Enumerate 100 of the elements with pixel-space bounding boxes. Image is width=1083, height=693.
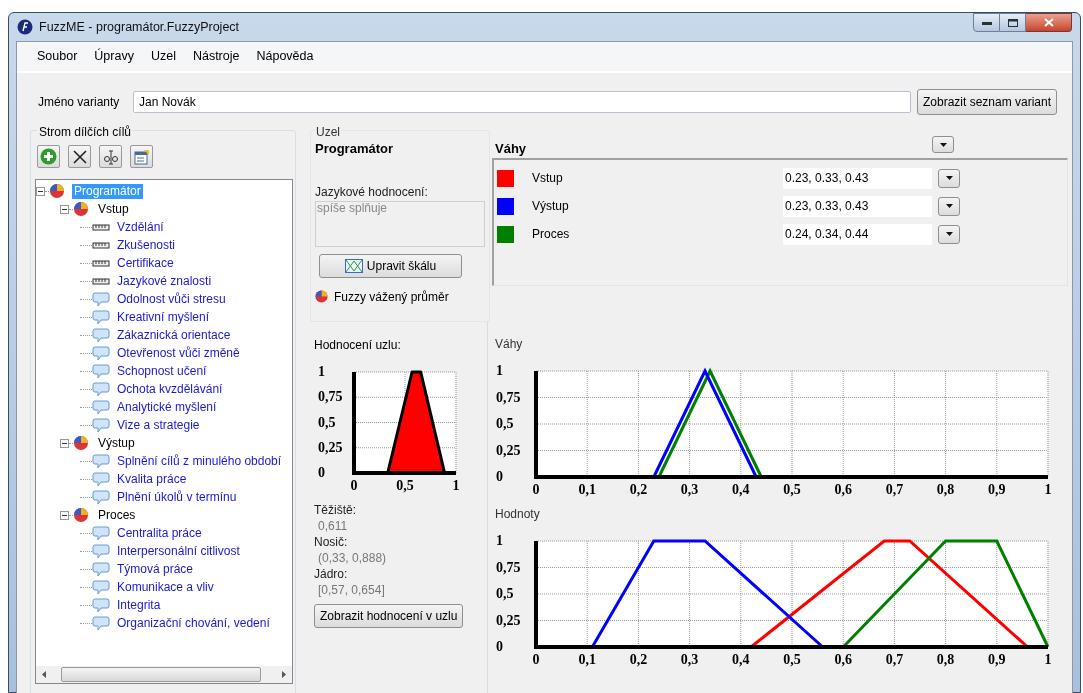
- speech-bubble-icon: [92, 561, 110, 577]
- tick-label: 0,1: [578, 482, 596, 497]
- speech-bubble-icon: [92, 363, 110, 379]
- collapse-icon[interactable]: [36, 186, 45, 196]
- tick-label: 0,25: [496, 612, 521, 628]
- close-icon: [1043, 18, 1054, 27]
- speech-bubble-icon: [92, 453, 110, 469]
- speech-bubble-icon: [92, 291, 110, 307]
- weight-field[interactable]: 0.23, 0.33, 0.43: [783, 195, 932, 217]
- window-title: FuzzME - programátor.FuzzyProject: [39, 18, 240, 36]
- speech-bubble-icon: [92, 399, 110, 415]
- menu-item[interactable]: Uzel: [144, 45, 182, 68]
- speech-bubble-icon: [92, 381, 110, 397]
- tick-label: 0: [496, 469, 503, 484]
- tick-label: 0,7: [885, 652, 904, 667]
- show-evaluation-button[interactable]: Zobrazit hodnocení v uzlu: [314, 604, 464, 628]
- tree-item[interactable]: Interpersonální citlivost: [115, 543, 242, 559]
- tree-item[interactable]: Proces: [96, 507, 138, 523]
- tick-label: 0: [532, 652, 540, 667]
- tree-item[interactable]: Kvalita práce: [115, 471, 189, 487]
- tick-label: 0,8: [936, 482, 955, 497]
- speech-bubble-icon: [92, 543, 110, 559]
- tree-item[interactable]: Vzdělání: [115, 219, 166, 235]
- tree-item[interactable]: Vize a strategie: [115, 417, 202, 433]
- tick-label: 0,2: [629, 482, 648, 497]
- add-button[interactable]: [37, 145, 60, 168]
- show-variants-button[interactable]: Zobrazit seznam variant: [917, 89, 1058, 115]
- tick-label: 0,9: [988, 482, 1006, 497]
- tree-item[interactable]: Výstup: [96, 435, 137, 451]
- tree-item[interactable]: Vstup: [96, 201, 131, 217]
- tree-item[interactable]: Schopnost učení: [115, 363, 209, 379]
- tick-label: 0,75: [496, 389, 521, 405]
- tick-label: 0: [496, 639, 503, 654]
- menu-item[interactable]: Nápověda: [250, 45, 320, 68]
- pie-chart-icon: [73, 507, 91, 523]
- tick-label: 0,5: [496, 416, 514, 431]
- menu-item[interactable]: Soubor: [31, 45, 84, 68]
- tree-item[interactable]: Týmová práce: [115, 561, 196, 577]
- tree-item[interactable]: Odolnost vůči stresu: [115, 291, 228, 307]
- delete-button[interactable]: [68, 145, 91, 168]
- tree-item[interactable]: Zákaznická orientace: [115, 327, 233, 343]
- menu-item[interactable]: Úpravy: [88, 45, 140, 68]
- caret-down-icon: [945, 204, 953, 208]
- scrollbar-thumb[interactable]: [61, 667, 261, 682]
- rename-button[interactable]: [99, 145, 122, 168]
- close-button[interactable]: [1026, 13, 1072, 32]
- edit-scale-button[interactable]: Upravit škálu: [319, 253, 462, 278]
- speech-bubble-icon: [92, 309, 110, 325]
- tick-label: 0,5: [496, 586, 514, 601]
- stat-label: Nosič:: [314, 534, 349, 550]
- app-logo-icon: [17, 19, 33, 35]
- caret-down-icon: [945, 232, 953, 236]
- tree-item[interactable]: Ochota kvzdělávání: [115, 381, 225, 397]
- collapse-icon[interactable]: [60, 510, 69, 520]
- menu-item[interactable]: Nástroje: [186, 45, 246, 68]
- tick-label: 0,5: [396, 478, 414, 493]
- weight-field[interactable]: 0.24, 0.34, 0.44: [783, 223, 932, 245]
- tree-item[interactable]: Centralita práce: [115, 525, 204, 541]
- tree-item[interactable]: Integrita: [115, 597, 163, 613]
- tree-item[interactable]: Plnění úkolů v termínu: [115, 489, 239, 505]
- tree-item[interactable]: Otevřenost vůči změně: [115, 345, 242, 361]
- tree-item[interactable]: Zkušenosti: [115, 237, 178, 253]
- tree-item[interactable]: Splnění cílů z minulého období: [115, 453, 284, 469]
- chart-title: Hodnoty: [495, 506, 541, 523]
- minimize-button[interactable]: [973, 13, 1000, 32]
- tick-label: 0,8: [936, 652, 955, 667]
- weight-field[interactable]: 0.23, 0.33, 0.43: [783, 167, 932, 189]
- stat-value: [0,57, 0,654]: [317, 582, 386, 598]
- collapse-icon[interactable]: [60, 204, 69, 214]
- collapse-icon[interactable]: [60, 438, 69, 448]
- tree-item[interactable]: Organizační chování, vedení: [115, 615, 272, 631]
- variant-name-field[interactable]: Jan Novák: [133, 91, 911, 113]
- tree-item[interactable]: Analytické myšlení: [115, 399, 219, 415]
- tree-item[interactable]: Certifikace: [115, 255, 176, 271]
- speech-bubble-icon: [92, 579, 110, 595]
- dropdown-button[interactable]: [938, 168, 960, 188]
- tree-item[interactable]: Jazykové znalosti: [115, 273, 214, 289]
- horizontal-scrollbar[interactable]: [36, 666, 292, 683]
- scale-icon: [344, 258, 363, 273]
- tick-label: 0: [350, 478, 358, 493]
- node-name: Programátor: [315, 140, 395, 158]
- dropdown-button[interactable]: [932, 136, 954, 153]
- stat-value: (0,33, 0,888): [317, 550, 388, 566]
- speech-bubble-icon: [92, 525, 110, 541]
- tree-item[interactable]: Kreativní myšlení: [115, 309, 212, 325]
- tick-label: 0,3: [680, 652, 699, 667]
- dropdown-button[interactable]: [938, 196, 960, 216]
- tree-item[interactable]: Komunikace a vliv: [115, 579, 216, 595]
- tick-label: 1: [496, 363, 503, 378]
- maximize-button[interactable]: [1000, 13, 1026, 32]
- maximize-icon: [1007, 18, 1018, 27]
- tick-label: 0,1: [578, 652, 596, 667]
- tick-label: 1: [318, 364, 325, 379]
- tick-label: 0,75: [496, 559, 521, 575]
- tick-label: 0,4: [732, 482, 750, 497]
- speech-bubble-icon: [92, 615, 110, 631]
- tick-label: 0,5: [783, 652, 801, 667]
- aggregation-method: Fuzzy vážený průměr: [334, 288, 449, 306]
- dropdown-button[interactable]: [938, 224, 960, 244]
- properties-button[interactable]: [130, 145, 153, 168]
